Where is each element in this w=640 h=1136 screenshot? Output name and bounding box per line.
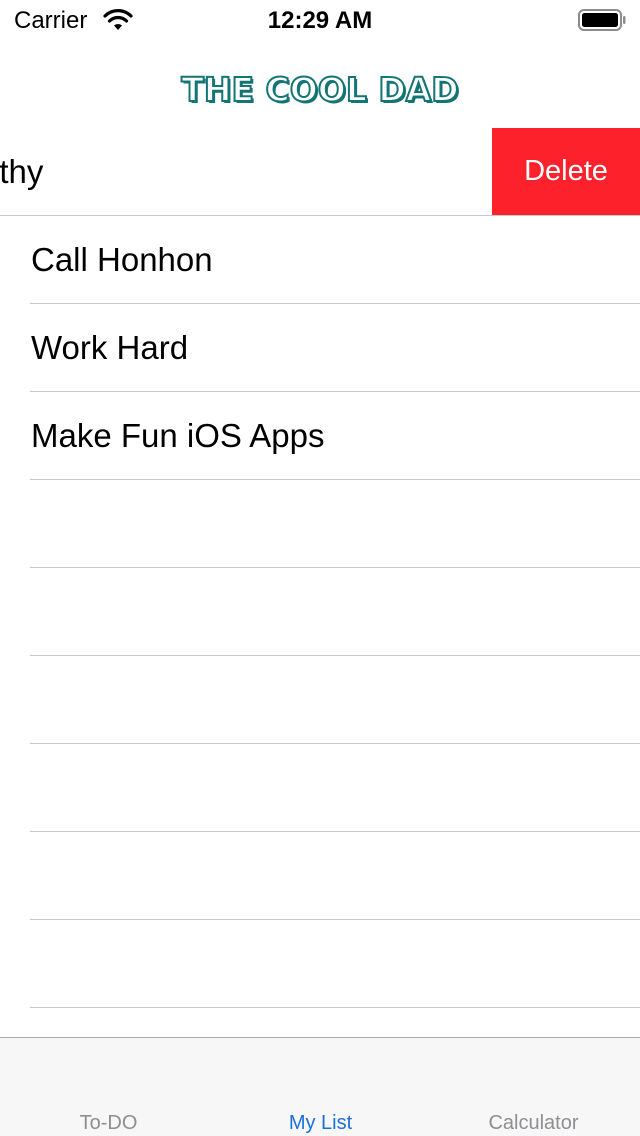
status-time: 12:29 AM <box>267 7 373 34</box>
list-item-label: Call Honhon <box>31 241 213 278</box>
battery-icon <box>578 9 626 31</box>
row-separator <box>30 1007 640 1008</box>
empty-row <box>0 920 640 1008</box>
tab-calculator[interactable]: Calculator <box>427 1038 640 1136</box>
navigation-header: THE COOL DAD <box>0 40 640 128</box>
empty-row <box>0 744 640 832</box>
empty-row <box>0 832 640 920</box>
list-item[interactable]: Call Honhon <box>0 216 640 304</box>
brand-logo: THE COOL DAD <box>180 70 459 109</box>
tab-my-list[interactable]: My List <box>214 1038 427 1136</box>
tab-bar: To-DO My List Calculator <box>0 1037 640 1136</box>
tab-todo[interactable]: To-DO <box>2 1038 215 1136</box>
list-item[interactable]: Work Hard <box>0 304 640 392</box>
list-item-swiped[interactable]: lthy Delete <box>0 128 640 216</box>
tab-label: My List <box>288 1112 353 1134</box>
delete-button[interactable]: Delete <box>492 128 640 215</box>
list-item-label: Work Hard <box>31 329 189 366</box>
tab-label: To-DO <box>79 1112 138 1134</box>
empty-row <box>0 656 640 744</box>
list-item-label: Make Fun iOS Apps <box>31 417 325 454</box>
todo-list[interactable]: lthy Delete Call Honhon Work Hard Make F… <box>0 128 640 1038</box>
empty-row <box>0 568 640 656</box>
status-bar: Carrier 12:29 AM <box>0 0 640 40</box>
list-item-label: lthy <box>0 153 44 190</box>
tab-label: Calculator <box>488 1112 579 1134</box>
list-item[interactable]: Make Fun iOS Apps <box>0 392 640 480</box>
empty-row <box>0 480 640 568</box>
